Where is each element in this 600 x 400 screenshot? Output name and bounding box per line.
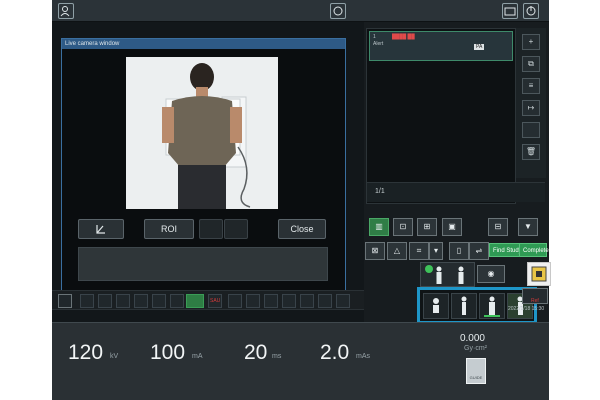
camera-image bbox=[126, 57, 278, 209]
kv-unit: kV bbox=[110, 353, 119, 360]
undo-icon bbox=[96, 225, 105, 234]
roi-button[interactable]: ROI bbox=[144, 219, 194, 239]
pose-standing-front[interactable] bbox=[451, 293, 477, 319]
crop-icon[interactable]: ⌗ bbox=[409, 242, 429, 260]
tool-icon-9[interactable] bbox=[264, 294, 278, 308]
study-list: 1 Alert ████ ██ PA bbox=[366, 28, 516, 204]
copy-icon[interactable]: ⧉ bbox=[522, 56, 540, 72]
tool-button-b[interactable]: ⊞ bbox=[417, 218, 437, 236]
side-toolbar: + ⧉ ≡ ↦ 🗑 bbox=[516, 28, 546, 178]
image-toolbar: SAU bbox=[52, 290, 364, 310]
page-indicator: 1/1 bbox=[375, 188, 385, 195]
sau-icon[interactable]: SAU bbox=[208, 294, 222, 308]
item-red-text: ████ ██ bbox=[392, 34, 415, 40]
tool-icon-11[interactable] bbox=[300, 294, 314, 308]
item-number: 1 bbox=[373, 34, 376, 40]
power-icon[interactable] bbox=[523, 3, 539, 19]
pose-selector-top bbox=[420, 262, 475, 287]
row2-icon-2[interactable]: △ bbox=[387, 242, 407, 260]
book-icon[interactable]: GUIDE bbox=[466, 358, 486, 384]
crop-dropdown[interactable]: ▾ bbox=[429, 242, 443, 260]
item-tag: PA bbox=[474, 44, 485, 50]
add-icon[interactable]: + bbox=[522, 34, 540, 50]
undo-button[interactable] bbox=[78, 219, 124, 239]
disabled-button-2 bbox=[224, 219, 248, 239]
tool-icon-6[interactable] bbox=[170, 294, 184, 308]
find-study-button[interactable]: Find Study bbox=[489, 243, 523, 257]
tool-button-d[interactable]: ⊟ bbox=[488, 218, 508, 236]
tool-icon-5[interactable] bbox=[152, 294, 166, 308]
tool-icon-13[interactable] bbox=[336, 294, 350, 308]
user-settings-icon[interactable] bbox=[58, 3, 74, 19]
tool-button-c[interactable]: ▣ bbox=[442, 218, 462, 236]
camera-dialog: Live camera window ROI Close bbox=[61, 38, 346, 300]
ms-unit: ms bbox=[272, 353, 282, 360]
pose-standing-arms[interactable] bbox=[479, 293, 505, 319]
trash-icon[interactable]: 🗑 bbox=[522, 144, 540, 160]
blank-icon[interactable] bbox=[522, 122, 540, 138]
standing-person-icon bbox=[425, 265, 464, 284]
list-item[interactable]: 1 Alert ████ ██ PA bbox=[369, 31, 513, 61]
app-window: Live camera window ROI Close SAU 1 Alert… bbox=[52, 0, 549, 400]
green-tool-icon[interactable] bbox=[186, 294, 204, 308]
disabled-button-1 bbox=[199, 219, 223, 239]
tool-icon-1[interactable] bbox=[80, 294, 94, 308]
row2-icon-4[interactable]: ⇌ bbox=[469, 242, 489, 260]
image-icon[interactable] bbox=[58, 294, 72, 308]
tool-button-a[interactable]: ⊡ bbox=[393, 218, 413, 236]
exposure-bar: 120 kV 100 mA 20 ms 2.0 mAs 0.000 Gy·cm²… bbox=[52, 322, 549, 400]
export-icon[interactable]: ↦ bbox=[522, 100, 540, 116]
eye-icon[interactable]: ◉ bbox=[477, 265, 505, 283]
tool-icon-8[interactable] bbox=[246, 294, 260, 308]
sau-label: SAU bbox=[210, 298, 221, 304]
pager: 1/1 bbox=[367, 182, 545, 202]
pose-child[interactable] bbox=[423, 293, 449, 319]
tool-icon-3[interactable] bbox=[116, 294, 130, 308]
tool-icon-10[interactable] bbox=[282, 294, 296, 308]
dropdown-button[interactable]: ▼ bbox=[518, 218, 538, 236]
book-label: GUIDE bbox=[469, 375, 483, 380]
external-thumbnail[interactable] bbox=[527, 262, 551, 286]
mas-unit: mAs bbox=[356, 353, 370, 360]
dialog-title: Live camera window bbox=[62, 39, 345, 49]
kv-value: 120 bbox=[68, 341, 104, 364]
row2-icon-3[interactable]: ▯ bbox=[449, 242, 469, 260]
tool-icon-4[interactable] bbox=[134, 294, 148, 308]
mas-value: 2.0 bbox=[320, 341, 350, 364]
row2-icon-1[interactable]: ⊠ bbox=[365, 242, 385, 260]
ma-unit: mA bbox=[192, 353, 203, 360]
tool-icon-7[interactable] bbox=[228, 294, 242, 308]
dose-unit: Gy·cm² bbox=[464, 345, 487, 352]
list-icon[interactable]: ≡ bbox=[522, 78, 540, 94]
refresh-icon[interactable] bbox=[330, 3, 346, 19]
close-button[interactable]: Close bbox=[278, 219, 326, 239]
dose-value: 0.000 bbox=[459, 333, 485, 344]
marker-button[interactable]: Ref bbox=[522, 288, 548, 304]
ma-value: 100 bbox=[150, 341, 186, 364]
top-bar bbox=[52, 0, 549, 22]
folder-icon[interactable] bbox=[502, 3, 518, 19]
date-text: 2022/1/18 15:30 bbox=[508, 306, 545, 312]
ms-value: 20 bbox=[244, 341, 268, 364]
tool-icon-2[interactable] bbox=[98, 294, 112, 308]
tool-icon-12[interactable] bbox=[318, 294, 332, 308]
complete-button[interactable]: Complete bbox=[519, 243, 549, 257]
exam-button[interactable]: ▥ bbox=[369, 218, 389, 236]
item-name: Alert bbox=[373, 41, 384, 47]
message-area bbox=[78, 247, 328, 281]
